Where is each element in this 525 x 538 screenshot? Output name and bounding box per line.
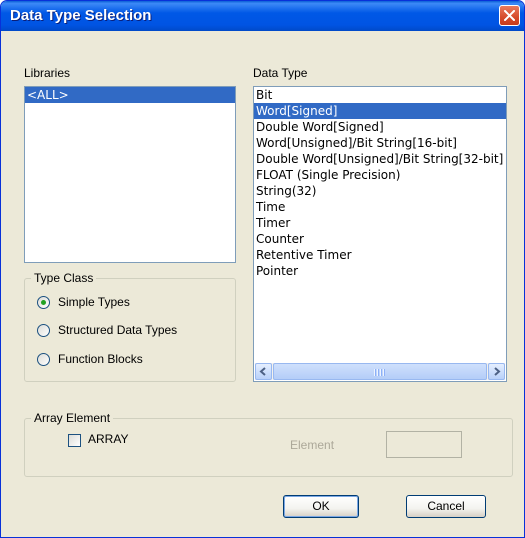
data-type-label: Data Type	[253, 66, 308, 80]
radio-button[interactable]	[37, 324, 50, 337]
list-item[interactable]: Timer	[254, 215, 506, 231]
array-checkbox-label: ARRAY	[88, 432, 129, 446]
close-button[interactable]	[499, 5, 520, 26]
scroll-thumb[interactable]	[273, 363, 487, 380]
arrow-left-icon	[259, 367, 266, 376]
list-item[interactable]: Word[Unsigned]/Bit String[16-bit]	[254, 135, 506, 151]
type-class-title: Type Class	[31, 271, 97, 285]
element-field[interactable]	[386, 431, 462, 458]
list-item[interactable]: String(32)	[254, 183, 506, 199]
window-title: Data Type Selection	[10, 7, 152, 24]
radio-label: Simple Types	[58, 295, 130, 309]
scroll-right-button[interactable]	[488, 363, 505, 380]
cancel-button[interactable]: Cancel	[406, 495, 486, 518]
horizontal-scrollbar[interactable]	[255, 363, 505, 380]
radio-label: Structured Data Types	[58, 323, 178, 337]
list-item[interactable]: Bit	[254, 87, 506, 103]
list-item[interactable]: Counter	[254, 231, 506, 247]
scroll-grip	[374, 369, 386, 376]
ok-button[interactable]: OK	[283, 495, 359, 518]
array-element-title: Array Element	[31, 411, 114, 425]
libraries-label: Libraries	[24, 66, 71, 80]
list-item[interactable]: <ALL>	[25, 87, 235, 103]
list-item[interactable]: Double Word[Signed]	[254, 119, 506, 135]
scroll-left-button[interactable]	[255, 363, 272, 380]
list-item[interactable]: Word[Signed]	[254, 103, 506, 119]
list-item[interactable]: Double Word[Unsigned]/Bit String[32-bit]	[254, 151, 506, 167]
radio-button[interactable]	[37, 296, 50, 309]
list-item[interactable]: FLOAT (Single Precision)	[254, 167, 506, 183]
list-item[interactable]: Pointer	[254, 263, 506, 279]
libraries-listbox[interactable]: <ALL>	[24, 86, 236, 263]
arrow-right-icon	[494, 367, 501, 376]
array-element-group: Array Element ARRAY Element	[24, 411, 513, 477]
title-bar[interactable]: Data Type Selection	[1, 1, 524, 31]
radio-dot	[41, 300, 46, 305]
radio-button[interactable]	[37, 353, 50, 366]
radio-label: Function Blocks	[58, 352, 143, 366]
element-label: Element	[290, 438, 335, 452]
type-class-group: Type Class Simple Types Structured Data …	[24, 271, 236, 382]
list-item[interactable]: Time	[254, 199, 506, 215]
list-item[interactable]: Retentive Timer	[254, 247, 506, 263]
data-type-listbox[interactable]: Bit Word[Signed] Double Word[Signed] Word[U…	[253, 86, 507, 382]
close-icon	[504, 10, 515, 21]
dialog-window: Data Type Selection Libraries <ALL> Data…	[0, 0, 525, 538]
array-checkbox[interactable]	[68, 434, 81, 447]
